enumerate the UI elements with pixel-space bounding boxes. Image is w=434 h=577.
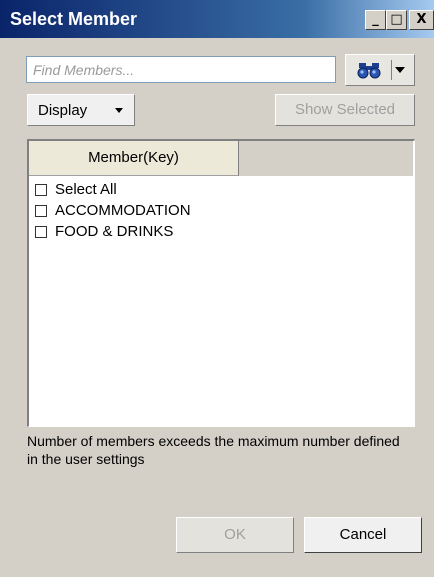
find-members-input[interactable] xyxy=(26,56,336,83)
member-list[interactable]: Member(Key) Select All ACCOMMODATION FOO… xyxy=(27,139,415,427)
chevron-down-icon xyxy=(115,108,123,113)
search-button[interactable] xyxy=(346,55,391,85)
list-item[interactable]: ACCOMMODATION xyxy=(35,200,191,221)
title-bar[interactable]: Select Member _ □ X xyxy=(0,0,434,38)
cancel-button[interactable]: Cancel xyxy=(304,517,422,553)
ok-button[interactable]: OK xyxy=(176,517,294,553)
close-button[interactable]: X xyxy=(409,10,434,30)
list-item-label: Select All xyxy=(55,181,117,198)
maximize-button[interactable]: □ xyxy=(386,10,407,30)
checkbox[interactable] xyxy=(35,183,47,196)
list-item-label: ACCOMMODATION xyxy=(55,202,191,219)
display-label: Display xyxy=(38,102,88,119)
show-selected-button[interactable]: Show Selected xyxy=(275,94,415,126)
info-message: Number of members exceeds the maximum nu… xyxy=(27,433,400,467)
minimize-button[interactable]: _ xyxy=(365,10,386,30)
display-dropdown-button[interactable]: Display xyxy=(27,94,135,126)
checkbox[interactable] xyxy=(35,204,47,217)
list-item-label: FOOD & DRINKS xyxy=(55,223,174,240)
list-item[interactable]: FOOD & DRINKS xyxy=(35,221,191,242)
member-rows: Select All ACCOMMODATION FOOD & DRINKS xyxy=(35,179,191,242)
checkbox[interactable] xyxy=(35,225,47,238)
column-header-row: Member(Key) xyxy=(29,141,413,176)
window-title: Select Member xyxy=(10,9,138,29)
list-item[interactable]: Select All xyxy=(35,179,191,200)
split-divider xyxy=(391,60,392,80)
search-split-button[interactable] xyxy=(345,54,415,86)
binoculars-icon xyxy=(357,63,380,79)
chevron-down-icon[interactable] xyxy=(395,67,405,73)
column-header-member-key[interactable]: Member(Key) xyxy=(29,141,239,176)
